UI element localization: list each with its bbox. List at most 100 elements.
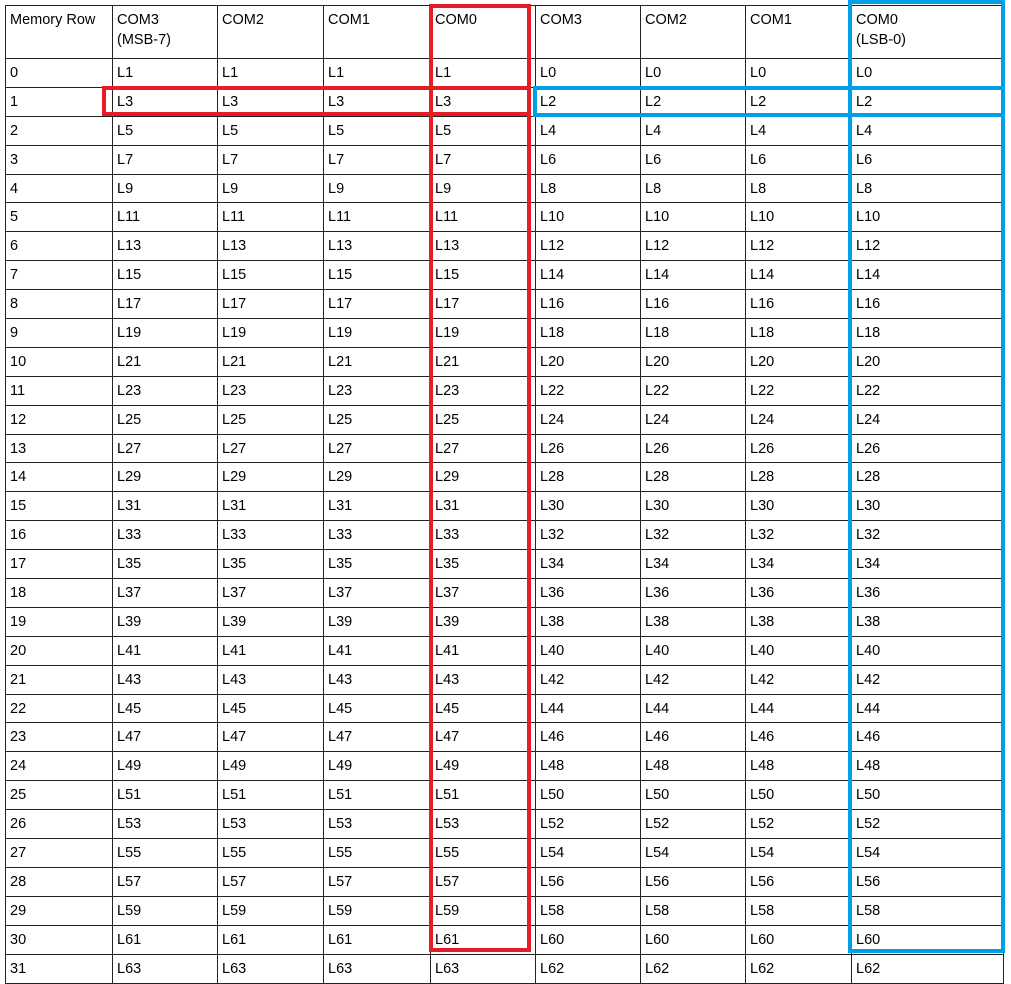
segment-cell: L12 bbox=[535, 231, 641, 262]
segment-cell: L12 bbox=[640, 231, 746, 262]
column-header-sublabel: (LSB-0) bbox=[856, 32, 906, 48]
segment-cell: L57 bbox=[430, 866, 536, 897]
segment-cell: L42 bbox=[851, 664, 1004, 695]
segment-cell: L57 bbox=[217, 866, 324, 897]
segment-cell: L62 bbox=[851, 953, 1004, 984]
segment-cell: L1 bbox=[323, 58, 431, 88]
segment-cell: L10 bbox=[640, 202, 746, 233]
segment-cell: L22 bbox=[535, 375, 641, 406]
segment-cell: L15 bbox=[430, 260, 536, 291]
column-header-label: COM3 bbox=[117, 12, 159, 28]
memory-row-cell: 16 bbox=[5, 520, 113, 551]
table-row: 4 L9 L9 L9 L9 L8 L8 L8 L8 bbox=[5, 173, 1004, 204]
segment-cell: L15 bbox=[323, 260, 431, 291]
segment-cell: L0 bbox=[851, 58, 1004, 88]
segment-cell: L37 bbox=[112, 578, 218, 608]
memory-row-cell: 23 bbox=[5, 722, 113, 753]
segment-cell: L9 bbox=[112, 173, 218, 204]
table-row: 9 L19 L19 L19 L19 L18 L18 L18 L18 bbox=[5, 318, 1004, 348]
table-row: 25 L51 L51 L51 L51 L50 L50 L50 L50 bbox=[5, 780, 1004, 811]
segment-cell: L13 bbox=[112, 231, 218, 262]
segment-cell: L21 bbox=[112, 346, 218, 377]
memory-row-cell: 13 bbox=[5, 433, 113, 464]
segment-cell: L17 bbox=[323, 289, 431, 320]
segment-cell: L25 bbox=[430, 404, 536, 435]
segment-cell: L44 bbox=[640, 693, 746, 724]
segment-cell: L52 bbox=[535, 809, 641, 840]
segment-cell: L61 bbox=[430, 924, 536, 955]
column-header: COM1 bbox=[323, 5, 431, 59]
segment-cell: L30 bbox=[640, 491, 746, 522]
segment-cell: L34 bbox=[851, 549, 1004, 580]
segment-cell: L0 bbox=[745, 58, 852, 88]
segment-cell: L47 bbox=[217, 722, 324, 753]
table-row: 11 L23 L23 L23 L23 L22 L22 L22 L22 bbox=[5, 375, 1004, 406]
segment-cell: L60 bbox=[535, 924, 641, 955]
com-memory-mapping-table: Memory Row COM3 (MSB-7) COM2 COM1 COM0 COM3 COM… bbox=[5, 5, 1004, 984]
column-header: COM2 bbox=[640, 5, 746, 59]
segment-cell: L13 bbox=[217, 231, 324, 262]
segment-cell: L38 bbox=[535, 606, 641, 637]
segment-cell: L18 bbox=[851, 318, 1004, 348]
segment-cell: L34 bbox=[640, 549, 746, 580]
segment-cell: L49 bbox=[217, 751, 324, 782]
segment-cell: L33 bbox=[430, 520, 536, 551]
segment-cell: L59 bbox=[430, 895, 536, 926]
segment-cell: L24 bbox=[535, 404, 641, 435]
segment-cell: L58 bbox=[640, 895, 746, 926]
segment-cell: L58 bbox=[535, 895, 641, 926]
segment-cell: L58 bbox=[745, 895, 852, 926]
segment-cell: L38 bbox=[745, 606, 852, 637]
segment-cell: L0 bbox=[535, 58, 641, 88]
segment-cell: L31 bbox=[323, 491, 431, 522]
segment-cell: L23 bbox=[323, 375, 431, 406]
segment-cell: L17 bbox=[217, 289, 324, 320]
segment-cell: L60 bbox=[640, 924, 746, 955]
segment-cell: L45 bbox=[323, 693, 431, 724]
segment-cell: L43 bbox=[112, 664, 218, 695]
segment-cell: L20 bbox=[640, 346, 746, 377]
segment-cell: L1 bbox=[112, 58, 218, 88]
segment-cell: L60 bbox=[851, 924, 1004, 955]
segment-cell: L18 bbox=[535, 318, 641, 348]
segment-cell: L31 bbox=[430, 491, 536, 522]
column-header: COM2 bbox=[217, 5, 324, 59]
segment-cell: L14 bbox=[535, 260, 641, 291]
memory-row-cell: 29 bbox=[5, 895, 113, 926]
table-row: 10 L21 L21 L21 L21 L20 L20 L20 L20 bbox=[5, 346, 1004, 377]
segment-cell: L27 bbox=[430, 433, 536, 464]
memory-row-cell: 15 bbox=[5, 491, 113, 522]
segment-cell: L39 bbox=[217, 606, 324, 637]
segment-cell: L20 bbox=[535, 346, 641, 377]
segment-cell: L1 bbox=[430, 58, 536, 88]
segment-cell: L32 bbox=[851, 520, 1004, 551]
memory-row-cell: 1 bbox=[5, 86, 113, 117]
segment-cell: L59 bbox=[217, 895, 324, 926]
segment-cell: L50 bbox=[535, 780, 641, 811]
segment-cell: L47 bbox=[323, 722, 431, 753]
segment-cell: L25 bbox=[217, 404, 324, 435]
segment-cell: L47 bbox=[430, 722, 536, 753]
segment-cell: L44 bbox=[851, 693, 1004, 724]
segment-cell: L16 bbox=[851, 289, 1004, 320]
segment-cell: L30 bbox=[851, 491, 1004, 522]
segment-cell: L43 bbox=[430, 664, 536, 695]
segment-cell: L23 bbox=[217, 375, 324, 406]
table-row: 2 L5 L5 L5 L5 L4 L4 L4 L4 bbox=[5, 115, 1004, 146]
table-row: 23 L47 L47 L47 L47 L46 L46 L46 L46 bbox=[5, 722, 1004, 753]
table-row: 21 L43 L43 L43 L43 L42 L42 L42 L42 bbox=[5, 664, 1004, 695]
segment-cell: L0 bbox=[640, 58, 746, 88]
table-row: 14 L29 L29 L29 L29 L28 L28 L28 L28 bbox=[5, 462, 1004, 493]
segment-cell: L5 bbox=[430, 115, 536, 146]
segment-cell: L25 bbox=[112, 404, 218, 435]
segment-cell: L2 bbox=[535, 86, 641, 117]
segment-cell: L5 bbox=[217, 115, 324, 146]
segment-cell: L3 bbox=[217, 86, 324, 117]
column-header-label: COM0 bbox=[856, 12, 898, 28]
segment-cell: L60 bbox=[745, 924, 852, 955]
segment-cell: L9 bbox=[430, 173, 536, 204]
segment-cell: L19 bbox=[430, 318, 536, 348]
segment-cell: L54 bbox=[535, 838, 641, 868]
table-row: 6 L13 L13 L13 L13 L12 L12 L12 L12 bbox=[5, 231, 1004, 262]
segment-cell: L54 bbox=[745, 838, 852, 868]
